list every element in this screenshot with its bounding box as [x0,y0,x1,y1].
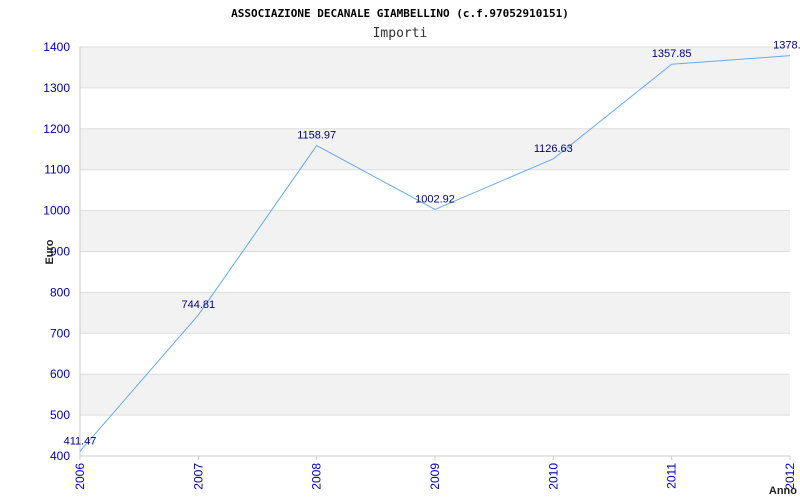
chart-title: ASSOCIAZIONE DECANALE GIAMBELLINO (c.f.9… [231,7,569,20]
chart-subtitle: Importi [373,26,428,41]
plot-band [80,128,790,170]
x-axis-title: Anno [769,485,797,497]
y-tick-label: 1200 [43,122,70,136]
data-label: 1357.85 [652,48,692,60]
x-tick-label: 2010 [546,463,560,490]
data-label: 1126.63 [534,143,573,155]
line-chart: ASSOCIAZIONE DECANALE GIAMBELLINO (c.f.9… [43,7,800,497]
y-tick-label: 1300 [43,81,70,95]
x-axis: 2006 2007 2008 2009 2010 2011 2012 [73,455,797,490]
x-tick-label: 2006 [73,463,87,490]
data-label: 1158.97 [297,130,336,142]
plot-band [80,251,790,293]
y-tick-label: 700 [50,326,70,340]
plot-band [80,415,790,456]
y-tick-label: 400 [50,449,70,463]
plot-band [80,333,790,375]
x-tick-label: 2011 [665,463,679,489]
data-label: 1002.92 [415,193,455,205]
data-label: 744.81 [182,299,216,311]
plot-band [80,210,790,252]
plot-band [80,87,790,129]
y-tick-label: 500 [50,408,70,422]
y-tick-label: 800 [50,285,70,299]
x-tick-label: 2008 [310,463,324,490]
x-tick-label: 2007 [191,463,205,490]
y-tick-label: 1100 [44,163,70,177]
y-axis-title: Euro [44,239,56,264]
x-tick-label: 2009 [428,463,442,490]
y-tick-label: 1000 [43,204,70,218]
y-tick-label: 1400 [43,40,70,54]
data-label: 411.47 [64,435,97,447]
data-label: 1378.8 [773,40,800,52]
y-tick-label: 600 [50,367,70,381]
plot-band [80,374,790,416]
